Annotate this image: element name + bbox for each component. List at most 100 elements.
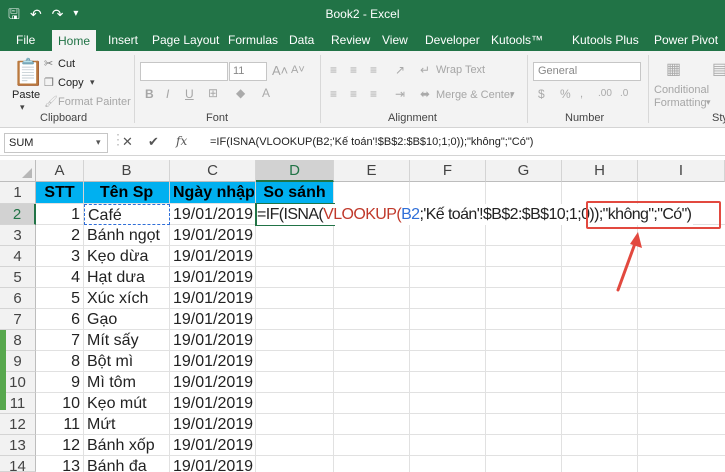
row-header[interactable]: 1	[0, 182, 36, 204]
tab-home[interactable]: Home	[52, 30, 97, 51]
cell-date[interactable]: 19/01/2019	[170, 246, 256, 267]
tab-page-layout[interactable]: Page Layout	[146, 29, 225, 51]
cell-stt[interactable]: 5	[36, 288, 84, 309]
percent-icon[interactable]: %	[560, 87, 571, 101]
cell-date[interactable]: 19/01/2019	[170, 435, 256, 456]
conditional-formatting-button-line2[interactable]: Formatting	[654, 97, 707, 109]
cell-stt[interactable]: 2	[36, 225, 84, 246]
cell-date[interactable]: 19/01/2019	[170, 288, 256, 309]
font-name-box[interactable]	[140, 62, 228, 81]
column-header-h[interactable]: H	[562, 160, 638, 182]
cut-button[interactable]: Cut	[58, 58, 75, 70]
header-cell-so-sanh[interactable]: So sánh	[256, 182, 334, 204]
column-header-e[interactable]: E	[334, 160, 410, 182]
cell-stt[interactable]: 3	[36, 246, 84, 267]
wrap-text-button[interactable]: Wrap Text	[436, 64, 485, 76]
row-header[interactable]: 12	[0, 414, 36, 435]
row-header[interactable]: 2	[0, 204, 36, 225]
enter-icon[interactable]: ✔	[148, 134, 159, 150]
align-right-icon[interactable]: ≡	[370, 87, 377, 101]
row-header[interactable]: 6	[0, 288, 36, 309]
cell-product[interactable]: Mì tôm	[84, 372, 170, 393]
cell-product[interactable]: Mít sấy	[84, 330, 170, 351]
column-header-a[interactable]: A	[36, 160, 84, 182]
align-center-icon[interactable]: ≡	[350, 87, 357, 101]
cell-product[interactable]: Gạo	[84, 309, 170, 330]
number-format-box[interactable]: General	[533, 62, 641, 81]
paste-icon[interactable]: 📋	[12, 57, 44, 88]
row-header[interactable]: 4	[0, 246, 36, 267]
paste-button[interactable]: Paste	[12, 89, 40, 101]
column-header-i[interactable]: I	[638, 160, 725, 182]
column-header-c[interactable]: C	[170, 160, 256, 182]
row-header[interactable]: 7	[0, 309, 36, 330]
cell-stt[interactable]: 1	[36, 204, 84, 225]
cell-date[interactable]: 19/01/2019	[170, 225, 256, 246]
tab-insert[interactable]: Insert	[102, 29, 144, 51]
tab-power-pivot[interactable]: Power Pivot	[648, 29, 724, 51]
align-left-icon[interactable]: ≡	[330, 87, 337, 101]
formula-input[interactable]: =IF(ISNA(VLOOKUP(B2;'Kế toán'!$B$2:$B$10…	[210, 136, 533, 148]
tab-file[interactable]: File	[10, 29, 41, 51]
cell-stt[interactable]: 11	[36, 414, 84, 435]
cell-product[interactable]: Bánh ngọt	[84, 225, 170, 246]
name-box[interactable]: SUM	[4, 133, 108, 153]
format-as-table-icon[interactable]: ▤	[712, 59, 725, 79]
bottom-align-icon[interactable]: ≡	[370, 63, 377, 77]
cancel-icon[interactable]: ✕	[122, 134, 133, 150]
cell-product[interactable]: Bánh đa	[84, 456, 170, 472]
cell-stt[interactable]: 10	[36, 393, 84, 414]
tab-developer[interactable]: Developer	[419, 29, 486, 51]
merge-dropdown-icon[interactable]: ▾	[510, 89, 515, 100]
comma-icon[interactable]: ,	[580, 88, 583, 100]
cell-stt[interactable]: 4	[36, 267, 84, 288]
header-cell-ten-sp[interactable]: Tên Sp	[84, 182, 170, 204]
format-painter-button[interactable]: Format Painter	[58, 96, 131, 108]
insert-function-icon[interactable]: fx	[176, 134, 187, 148]
indent-icon[interactable]: ⇥	[395, 87, 405, 101]
tab-kutools-plus[interactable]: Kutools Plus	[566, 29, 645, 51]
cell-date[interactable]: 19/01/2019	[170, 393, 256, 414]
decrease-decimal-icon[interactable]: .0	[620, 88, 628, 99]
merge-center-button[interactable]: Merge & Center	[436, 89, 514, 101]
row-header[interactable]: 14	[0, 456, 36, 472]
cell-stt[interactable]: 13	[36, 456, 84, 472]
copy-button[interactable]: Copy	[58, 77, 84, 89]
row-header[interactable]: 13	[0, 435, 36, 456]
cell-stt[interactable]: 7	[36, 330, 84, 351]
middle-align-icon[interactable]: ≡	[350, 63, 357, 77]
tab-data[interactable]: Data	[283, 29, 320, 51]
cell-date[interactable]: 19/01/2019	[170, 309, 256, 330]
cell-product[interactable]: Hạt dưa	[84, 267, 170, 288]
cell-product-referenced[interactable]: Café	[84, 204, 170, 225]
cell-product[interactable]: Bánh xốp	[84, 435, 170, 456]
currency-icon[interactable]: $	[538, 87, 545, 101]
font-color-icon[interactable]: A	[262, 86, 270, 100]
header-cell-stt[interactable]: STT	[36, 182, 84, 204]
underline-button[interactable]: U	[185, 87, 194, 101]
side-panel-tab[interactable]	[0, 330, 6, 410]
column-header-d[interactable]: D	[256, 160, 334, 182]
cell-date[interactable]: 19/01/2019	[170, 372, 256, 393]
column-header-f[interactable]: F	[410, 160, 486, 182]
bold-button[interactable]: B	[145, 87, 154, 101]
increase-decimal-icon[interactable]: .00	[598, 88, 612, 99]
select-all-corner[interactable]	[0, 160, 36, 182]
cell-stt[interactable]: 12	[36, 435, 84, 456]
row-header[interactable]: 3	[0, 225, 36, 246]
row-header[interactable]: 5	[0, 267, 36, 288]
orientation-icon[interactable]: ↗	[395, 63, 405, 77]
cell-product[interactable]: Kẹo dừa	[84, 246, 170, 267]
font-size-box[interactable]: 11	[229, 62, 267, 81]
cell-product[interactable]: Mứt	[84, 414, 170, 435]
italic-button[interactable]: I	[166, 87, 169, 101]
column-header-g[interactable]: G	[486, 160, 562, 182]
header-cell-ngay-nhap[interactable]: Ngày nhập	[170, 182, 256, 204]
cell-date[interactable]: 19/01/2019	[170, 267, 256, 288]
decrease-font-icon[interactable]: A˅	[291, 64, 305, 76]
borders-icon[interactable]: ⊞	[208, 86, 218, 100]
conditional-formatting-button[interactable]: Conditional	[654, 84, 709, 96]
name-box-dropdown-icon[interactable]: ▾	[96, 137, 101, 148]
cell-stt[interactable]: 6	[36, 309, 84, 330]
cell-stt[interactable]: 8	[36, 351, 84, 372]
